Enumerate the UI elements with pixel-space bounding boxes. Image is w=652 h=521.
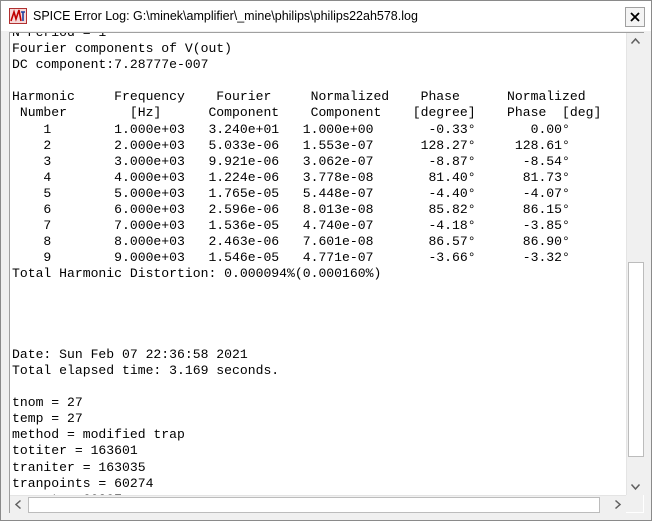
scroll-right-button[interactable] bbox=[609, 496, 626, 513]
arrow-left-icon bbox=[14, 499, 21, 510]
log-text: N-Period = 1 Fourier components of V(out… bbox=[12, 33, 601, 495]
log-line: DC component:7.28777e-007 bbox=[12, 57, 209, 73]
scrollbar-corner bbox=[626, 495, 643, 512]
horizontal-scroll-thumb[interactable] bbox=[28, 497, 600, 513]
log-line: tranpoints = 60274 bbox=[12, 475, 154, 491]
scroll-up-button[interactable] bbox=[627, 33, 644, 50]
close-button[interactable] bbox=[625, 7, 645, 27]
horizontal-scrollbar[interactable] bbox=[10, 495, 626, 513]
log-client-area: N-Period = 1 Fourier components of V(out… bbox=[9, 32, 644, 513]
vertical-scrollbar[interactable] bbox=[626, 33, 644, 495]
log-line: 9 9.000e+03 1.546e-05 4.771e-07 -3.66° -… bbox=[12, 250, 570, 266]
log-line: temp = 27 bbox=[12, 411, 83, 427]
log-line: Number [Hz] Component Component [degree]… bbox=[12, 105, 602, 121]
arrow-down-icon bbox=[630, 484, 641, 491]
arrow-right-icon bbox=[615, 499, 622, 510]
log-line: 8 8.000e+03 2.463e-06 7.601e-08 86.57° 8… bbox=[12, 234, 570, 250]
arrow-up-icon bbox=[630, 37, 641, 44]
log-line: Fourier components of V(out) bbox=[12, 41, 233, 57]
window-title: SPICE Error Log: G:\minek\amplifier\_min… bbox=[33, 9, 418, 23]
vertical-scroll-thumb[interactable] bbox=[628, 262, 644, 457]
log-line: 7 7.000e+03 1.536e-05 4.740e-07 -4.18° -… bbox=[12, 218, 570, 234]
log-line: tnom = 27 bbox=[12, 395, 83, 411]
log-line: Harmonic Frequency Fourier Normalized Ph… bbox=[12, 89, 586, 105]
log-line: Date: Sun Feb 07 22:36:58 2021 bbox=[12, 346, 248, 362]
log-line: traniter = 163035 bbox=[12, 459, 146, 475]
log-line: 5 5.000e+03 1.765e-05 5.448e-07 -4.40° -… bbox=[12, 185, 570, 201]
log-line: 1 1.000e+03 3.240e+01 1.000e+00 -0.33° 0… bbox=[12, 121, 570, 137]
title-bar[interactable]: SPICE Error Log: G:\minek\amplifier\_min… bbox=[1, 1, 651, 31]
scroll-left-button[interactable] bbox=[10, 496, 27, 513]
log-line: 2 2.000e+03 5.033e-06 1.553e-07 128.27° … bbox=[12, 137, 570, 153]
scroll-down-button[interactable] bbox=[627, 478, 644, 495]
log-line: 6 6.000e+03 2.596e-06 8.013e-08 85.82° 8… bbox=[12, 202, 570, 218]
log-line: N-Period = 1 bbox=[12, 33, 106, 40]
log-line: 3 3.000e+03 9.921e-06 3.062e-07 -8.87° -… bbox=[12, 153, 570, 169]
log-line: method = modified trap bbox=[12, 427, 185, 443]
log-line: totiter = 163601 bbox=[12, 443, 138, 459]
log-line: Total Harmonic Distortion: 0.000094%(0.0… bbox=[12, 266, 382, 282]
log-line: Total elapsed time: 3.169 seconds. bbox=[12, 362, 280, 378]
close-icon bbox=[630, 12, 640, 22]
spice-error-log-window: SPICE Error Log: G:\minek\amplifier\_min… bbox=[0, 0, 652, 521]
log-line: 4 4.000e+03 1.224e-06 3.778e-08 81.40° 8… bbox=[12, 169, 570, 185]
log-viewport[interactable]: N-Period = 1 Fourier components of V(out… bbox=[12, 33, 624, 495]
ltspice-app-icon bbox=[9, 8, 27, 24]
